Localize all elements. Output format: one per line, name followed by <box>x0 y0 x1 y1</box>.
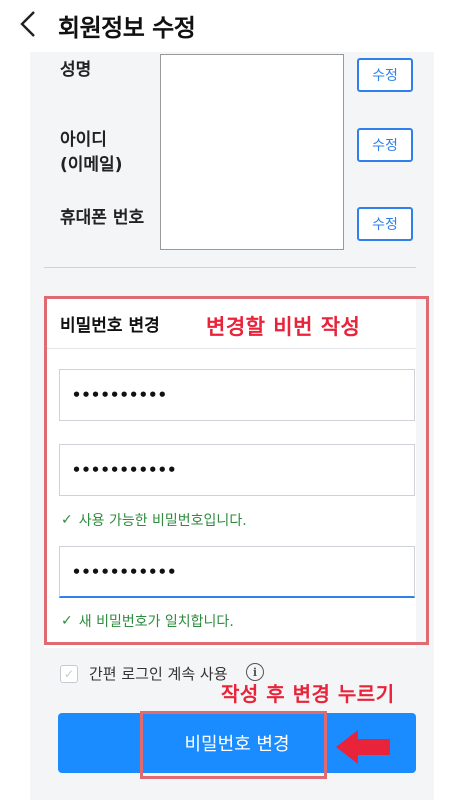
annotation-frame-submit <box>140 711 327 779</box>
redaction-box <box>160 54 344 250</box>
page-title: 회원정보 수정 <box>58 14 196 42</box>
annotation-press-change: 작성 후 변경 누르기 <box>221 682 395 706</box>
back-arrow-icon[interactable] <box>14 6 44 42</box>
edit-id-button[interactable]: 수정 <box>357 128 413 162</box>
annotation-frame-password <box>44 296 429 645</box>
id-label: 아이디 <box>60 130 107 150</box>
auto-login-label: 간편 로그인 계속 사용 <box>89 665 228 683</box>
annotation-write-password: 변경할 비번 작성 <box>206 315 361 339</box>
id-label-sub: (이메일) <box>60 155 123 175</box>
auto-login-checkbox[interactable]: ✓ <box>60 665 78 683</box>
phone-label: 휴대폰 번호 <box>60 208 145 228</box>
edit-phone-button[interactable]: 수정 <box>357 207 413 241</box>
name-label: 성명 <box>60 60 92 80</box>
red-arrow-icon <box>334 727 394 771</box>
edit-name-button[interactable]: 수정 <box>357 58 413 92</box>
section-divider <box>44 267 416 268</box>
